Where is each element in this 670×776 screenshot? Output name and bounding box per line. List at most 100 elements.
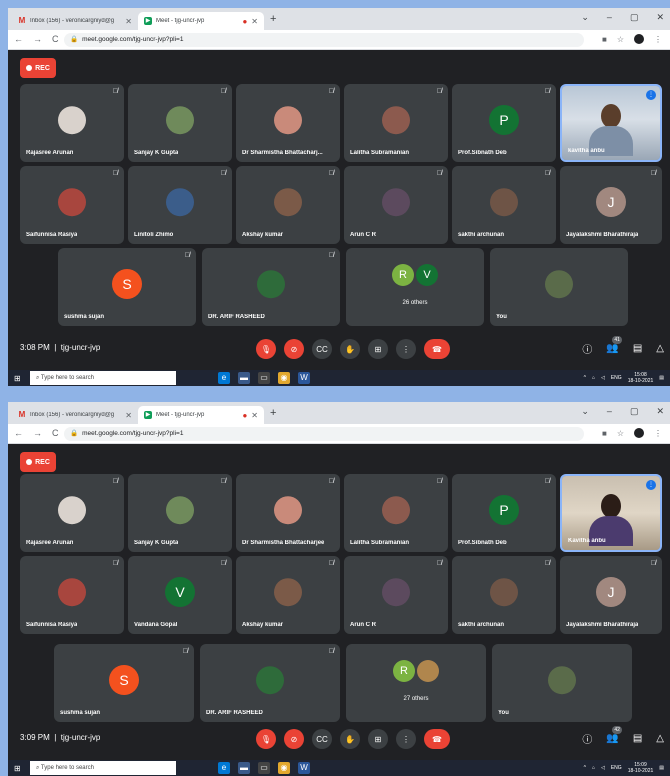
participant-tile[interactable]: 🎙̸ Arun C R xyxy=(344,166,448,244)
participant-tile[interactable]: 🎙̸ Dr Sharmistha Bhattacharjee xyxy=(236,474,340,552)
chrome-icon[interactable]: ◉ xyxy=(278,372,290,384)
more-options-button[interactable]: ⋮ xyxy=(396,729,416,749)
language-indicator[interactable]: ENG xyxy=(611,375,622,381)
url-field[interactable]: 🔒 meet.google.com/tjg-uncr-jvp?pli=1 xyxy=(64,427,584,441)
word-icon[interactable]: W xyxy=(298,372,310,384)
participant-tile[interactable]: S 🎙̸ sushma sujan xyxy=(54,644,194,722)
raise-hand-button[interactable]: ✋ xyxy=(340,339,360,359)
participant-tile[interactable]: 🎙̸ Akshay kumar xyxy=(236,556,340,634)
chrome-icon[interactable]: ◉ xyxy=(278,762,290,774)
participant-tile[interactable]: P 🎙̸ Prof.Sibnath Deb xyxy=(452,84,556,162)
participant-tile[interactable]: 🎙̸ Arun C R xyxy=(344,556,448,634)
store-icon[interactable]: ▭ xyxy=(258,372,270,384)
camera-toggle-button[interactable]: ⊘ xyxy=(284,339,304,359)
close-window-icon[interactable]: ✕ xyxy=(656,406,664,417)
captions-button[interactable]: CC xyxy=(312,339,332,359)
more-options-button[interactable]: ⋮ xyxy=(396,339,416,359)
participant-tile[interactable]: P 🎙̸ Prof.Sibnath Deb xyxy=(452,474,556,552)
present-button[interactable]: ⊞ xyxy=(368,339,388,359)
captions-button[interactable]: CC xyxy=(312,729,332,749)
back-icon[interactable]: ← xyxy=(14,34,23,44)
participant-tile-video[interactable]: ⋮ kavitha anbu xyxy=(560,84,662,162)
clock[interactable]: 15:08 18-10-2021 xyxy=(628,372,654,384)
participant-tile[interactable]: 🎙̸ Linitoli Zhimo xyxy=(128,166,232,244)
participant-tile[interactable]: 🎙̸ Rajasree Arunan xyxy=(20,84,124,162)
leave-call-button[interactable]: ☎ xyxy=(424,729,450,749)
tab-meet[interactable]: ▶ Meet - tjg-uncr-jvp ● ✕ xyxy=(138,12,264,30)
volume-icon[interactable]: ◁ xyxy=(601,375,605,381)
windows-start-icon[interactable]: ⊞ xyxy=(14,764,21,773)
tray-arrow-icon[interactable]: ^ xyxy=(584,765,586,771)
network-icon[interactable]: ⌂ xyxy=(592,375,595,381)
chevron-down-icon[interactable]: ⌄ xyxy=(581,12,589,23)
reload-icon[interactable]: C xyxy=(52,428,59,438)
forward-icon[interactable]: → xyxy=(33,34,42,44)
participant-tile[interactable]: 🎙̸ sakthi archunan xyxy=(452,556,556,634)
tray-arrow-icon[interactable]: ^ xyxy=(584,375,586,381)
clock[interactable]: 15:09 18-10-2021 xyxy=(628,762,654,774)
tab-gmail[interactable]: M Inbox (156) - veronicargniyd@g ✕ xyxy=(12,406,138,424)
reload-icon[interactable]: C xyxy=(52,34,59,44)
restore-icon[interactable]: ▢ xyxy=(630,406,639,417)
participant-tile[interactable]: J 🎙̸ Jayalakshmi Bharathiraja xyxy=(560,166,662,244)
taskbar-search[interactable]: ⌕ Type here to search xyxy=(30,761,176,775)
tab-gmail[interactable]: M Inbox (156) - veronicargniyd@g ✕ xyxy=(12,12,138,30)
participant-tile[interactable]: 🎙̸ Sanjay K Gupta xyxy=(128,474,232,552)
tab-meet[interactable]: ▶ Meet - tjg-uncr-jvp ● ✕ xyxy=(138,406,264,424)
close-icon[interactable]: ✕ xyxy=(125,17,132,26)
word-icon[interactable]: W xyxy=(298,762,310,774)
restore-icon[interactable]: ▢ xyxy=(630,12,639,23)
activities-icon[interactable]: △ xyxy=(656,343,664,354)
mic-toggle-button[interactable]: 🎙 xyxy=(256,339,276,359)
participant-tile[interactable]: S 🎙̸ sushma sujan xyxy=(58,248,196,326)
windows-start-icon[interactable]: ⊞ xyxy=(14,374,21,383)
close-icon[interactable]: ✕ xyxy=(125,411,132,420)
volume-icon[interactable]: ◁ xyxy=(601,765,605,771)
profile-avatar[interactable] xyxy=(634,34,644,44)
more-icon[interactable]: ⋮ xyxy=(654,429,662,438)
close-icon[interactable]: ✕ xyxy=(251,411,258,420)
present-button[interactable]: ⊞ xyxy=(368,729,388,749)
minimize-icon[interactable]: – xyxy=(607,406,612,417)
participant-tile[interactable]: 🎙̸ Sanjay K Gupta xyxy=(128,84,232,162)
mic-toggle-button[interactable]: 🎙 xyxy=(256,729,276,749)
url-field[interactable]: 🔒 meet.google.com/tjg-uncr-jvp?pli=1 xyxy=(64,33,584,47)
camera-icon[interactable]: ■ xyxy=(602,35,607,44)
others-tile[interactable]: R V 26 others xyxy=(346,248,484,326)
file-explorer-icon[interactable]: ▬ xyxy=(238,762,250,774)
others-tile[interactable]: R 27 others xyxy=(346,644,486,722)
participant-tile[interactable]: J 🎙̸ Jayalakshmi Bharathiraja xyxy=(560,556,662,634)
edge-icon[interactable]: e xyxy=(218,762,230,774)
participant-tile[interactable]: V 🎙̸ Vandana Gopal xyxy=(128,556,232,634)
self-tile[interactable]: You xyxy=(490,248,628,326)
more-icon[interactable]: ⋮ xyxy=(654,35,662,44)
participant-tile[interactable]: 🎙̸ Rajasree Arunan xyxy=(20,474,124,552)
close-window-icon[interactable]: ✕ xyxy=(656,12,664,23)
participant-tile[interactable]: 🎙̸ Saifunnisa Rasiya xyxy=(20,166,124,244)
minimize-icon[interactable]: – xyxy=(607,12,612,23)
info-icon[interactable]: ⓘ xyxy=(582,731,592,746)
chat-icon[interactable]: ▤ xyxy=(633,343,642,354)
participant-tile[interactable]: 🎙̸ Akshay kumar xyxy=(236,166,340,244)
participant-tile[interactable]: 🎙̸ Dr Sharmistha Bhattacharj... xyxy=(236,84,340,162)
leave-call-button[interactable]: ☎ xyxy=(424,339,450,359)
chat-icon[interactable]: ▤ xyxy=(633,733,642,744)
profile-avatar[interactable] xyxy=(634,428,644,438)
camera-icon[interactable]: ■ xyxy=(602,429,607,438)
taskbar-search[interactable]: ⌕ Type here to search xyxy=(30,371,176,385)
camera-toggle-button[interactable]: ⊘ xyxy=(284,729,304,749)
notifications-icon[interactable]: ▤ xyxy=(659,375,664,381)
participant-tile[interactable]: 🎙̸ DR. ARIF RASHEED xyxy=(202,248,340,326)
close-icon[interactable]: ✕ xyxy=(251,17,258,26)
new-tab-icon[interactable]: + xyxy=(270,407,276,419)
file-explorer-icon[interactable]: ▬ xyxy=(238,372,250,384)
language-indicator[interactable]: ENG xyxy=(611,765,622,771)
store-icon[interactable]: ▭ xyxy=(258,762,270,774)
participant-tile[interactable]: 🎙̸ Lalitha Subramanian xyxy=(344,84,448,162)
participant-tile[interactable]: 🎙̸ Lalitha Subramanian xyxy=(344,474,448,552)
star-icon[interactable]: ☆ xyxy=(617,35,624,44)
network-icon[interactable]: ⌂ xyxy=(592,765,595,771)
info-icon[interactable]: ⓘ xyxy=(582,341,592,356)
forward-icon[interactable]: → xyxy=(33,428,42,438)
star-icon[interactable]: ☆ xyxy=(617,429,624,438)
